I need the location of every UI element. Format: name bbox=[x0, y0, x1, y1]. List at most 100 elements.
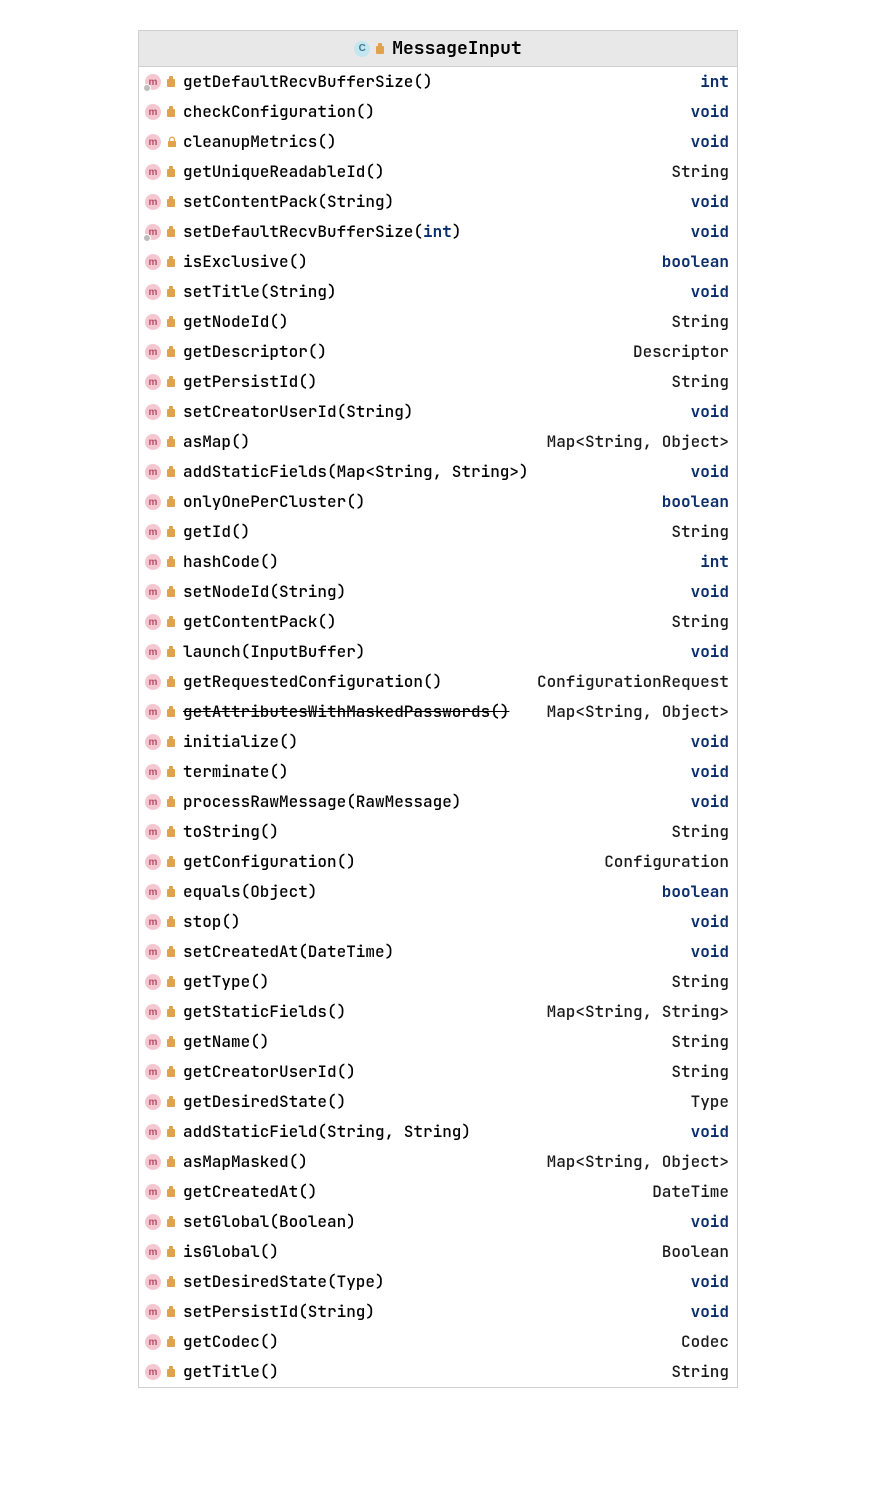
public-access-icon bbox=[165, 1215, 179, 1229]
method-signature: initialize() bbox=[183, 730, 687, 754]
method-icon: m bbox=[145, 1124, 161, 1140]
method-item[interactable]: mgetDesiredState()Type bbox=[139, 1087, 737, 1117]
method-signature: getCodec() bbox=[183, 1330, 677, 1354]
method-item[interactable]: mgetTitle()String bbox=[139, 1357, 737, 1387]
method-item[interactable]: masMapMasked()Map<String, Object> bbox=[139, 1147, 737, 1177]
method-item[interactable]: msetNodeId(String)void bbox=[139, 577, 737, 607]
method-item[interactable]: msetGlobal(Boolean)void bbox=[139, 1207, 737, 1237]
method-signature: checkConfiguration() bbox=[183, 100, 687, 124]
public-access-icon bbox=[165, 855, 179, 869]
public-access-icon bbox=[165, 585, 179, 599]
method-item[interactable]: monlyOnePerCluster()boolean bbox=[139, 487, 737, 517]
public-access-icon bbox=[165, 825, 179, 839]
method-item[interactable]: mgetPersistId()String bbox=[139, 367, 737, 397]
method-icon: m bbox=[145, 224, 161, 240]
method-item[interactable]: mgetType()String bbox=[139, 967, 737, 997]
method-icon: m bbox=[145, 914, 161, 930]
method-item[interactable]: mgetDescriptor()Descriptor bbox=[139, 337, 737, 367]
method-item[interactable]: mgetId()String bbox=[139, 517, 737, 547]
method-signature: getDesiredState() bbox=[183, 1090, 687, 1114]
return-type: int bbox=[700, 550, 729, 574]
method-item[interactable]: mcheckConfiguration()void bbox=[139, 97, 737, 127]
method-item[interactable]: minitialize()void bbox=[139, 727, 737, 757]
method-item[interactable]: mequals(Object)boolean bbox=[139, 877, 737, 907]
method-item[interactable]: mlaunch(InputBuffer)void bbox=[139, 637, 737, 667]
method-icon: m bbox=[145, 494, 161, 510]
method-item[interactable]: misGlobal()Boolean bbox=[139, 1237, 737, 1267]
method-item[interactable]: mterminate()void bbox=[139, 757, 737, 787]
method-signature: getNodeId() bbox=[183, 310, 667, 334]
method-item[interactable]: misExclusive()boolean bbox=[139, 247, 737, 277]
return-type: String bbox=[671, 1060, 729, 1084]
method-item[interactable]: maddStaticField(String, String)void bbox=[139, 1117, 737, 1147]
return-type: void bbox=[691, 100, 729, 124]
method-signature: getAttributesWithMaskedPasswords() bbox=[183, 700, 543, 724]
method-icon: m bbox=[145, 464, 161, 480]
return-type: boolean bbox=[662, 880, 729, 904]
method-signature: asMap() bbox=[183, 430, 543, 454]
method-icon: m bbox=[145, 1244, 161, 1260]
method-list: mgetDefaultRecvBufferSize()intmcheckConf… bbox=[139, 67, 737, 1387]
method-icon: m bbox=[145, 1004, 161, 1020]
class-icon: C bbox=[354, 41, 370, 57]
method-signature: hashCode() bbox=[183, 550, 696, 574]
public-access-icon bbox=[165, 1125, 179, 1139]
method-item[interactable]: mgetDefaultRecvBufferSize()int bbox=[139, 67, 737, 97]
method-item[interactable]: mgetAttributesWithMaskedPasswords()Map<S… bbox=[139, 697, 737, 727]
public-access-icon bbox=[165, 1335, 179, 1349]
method-signature: isGlobal() bbox=[183, 1240, 658, 1264]
method-signature: asMapMasked() bbox=[183, 1150, 543, 1174]
public-access-icon bbox=[165, 1155, 179, 1169]
method-item[interactable]: msetContentPack(String)void bbox=[139, 187, 737, 217]
method-item[interactable]: msetDefaultRecvBufferSize(int)void bbox=[139, 217, 737, 247]
public-access-icon bbox=[165, 165, 179, 179]
method-item[interactable]: mgetContentPack()String bbox=[139, 607, 737, 637]
method-item[interactable]: msetCreatedAt(DateTime)void bbox=[139, 937, 737, 967]
method-item[interactable]: mstop()void bbox=[139, 907, 737, 937]
public-access-icon bbox=[165, 1035, 179, 1049]
public-access-icon bbox=[165, 405, 179, 419]
public-access-icon bbox=[165, 315, 179, 329]
method-item[interactable]: mgetStaticFields()Map<String, String> bbox=[139, 997, 737, 1027]
return-type: void bbox=[691, 730, 729, 754]
method-icon: m bbox=[145, 944, 161, 960]
return-type: String bbox=[671, 310, 729, 334]
return-type: Map<String, Object> bbox=[547, 700, 729, 724]
method-item[interactable]: mgetUniqueReadableId()String bbox=[139, 157, 737, 187]
method-signature: getName() bbox=[183, 1030, 667, 1054]
return-type: String bbox=[671, 520, 729, 544]
method-item[interactable]: msetCreatorUserId(String)void bbox=[139, 397, 737, 427]
method-item[interactable]: mprocessRawMessage(RawMessage)void bbox=[139, 787, 737, 817]
method-item[interactable]: mhashCode()int bbox=[139, 547, 737, 577]
method-item[interactable]: mgetConfiguration()Configuration bbox=[139, 847, 737, 877]
method-item[interactable]: mgetCreatedAt()DateTime bbox=[139, 1177, 737, 1207]
return-type: void bbox=[691, 910, 729, 934]
method-item[interactable]: msetDesiredState(Type)void bbox=[139, 1267, 737, 1297]
method-item[interactable]: mtoString()String bbox=[139, 817, 737, 847]
return-type: String bbox=[671, 160, 729, 184]
public-access-icon bbox=[165, 1275, 179, 1289]
method-icon: m bbox=[145, 344, 161, 360]
public-access-icon bbox=[165, 1095, 179, 1109]
method-item[interactable]: maddStaticFields(Map<String, String>)voi… bbox=[139, 457, 737, 487]
return-type: String bbox=[671, 970, 729, 994]
return-type: void bbox=[691, 1270, 729, 1294]
method-item[interactable]: msetTitle(String)void bbox=[139, 277, 737, 307]
method-signature: getId() bbox=[183, 520, 667, 544]
return-type: boolean bbox=[662, 250, 729, 274]
method-item[interactable]: msetPersistId(String)void bbox=[139, 1297, 737, 1327]
return-type: void bbox=[691, 760, 729, 784]
public-access-icon bbox=[165, 1365, 179, 1379]
method-icon: m bbox=[145, 824, 161, 840]
method-item[interactable]: mgetCodec()Codec bbox=[139, 1327, 737, 1357]
public-access-icon bbox=[165, 915, 179, 929]
method-item[interactable]: mcleanupMetrics()void bbox=[139, 127, 737, 157]
method-item[interactable]: mgetRequestedConfiguration()Configuratio… bbox=[139, 667, 737, 697]
method-item[interactable]: mgetCreatorUserId()String bbox=[139, 1057, 737, 1087]
method-item[interactable]: masMap()Map<String, Object> bbox=[139, 427, 737, 457]
method-signature: addStaticField(String, String) bbox=[183, 1120, 687, 1144]
method-item[interactable]: mgetNodeId()String bbox=[139, 307, 737, 337]
public-access-icon bbox=[165, 345, 179, 359]
method-item[interactable]: mgetName()String bbox=[139, 1027, 737, 1057]
return-type: String bbox=[671, 1360, 729, 1384]
